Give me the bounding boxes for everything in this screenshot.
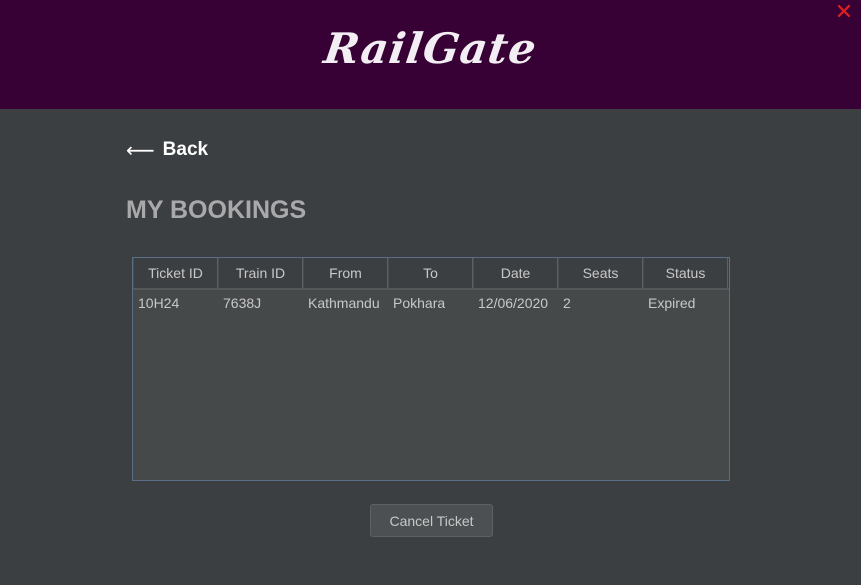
column-header-seats[interactable]: Seats (558, 258, 643, 288)
cell-train-id: 7638J (223, 295, 262, 311)
cancel-ticket-button[interactable]: Cancel Ticket (370, 504, 493, 537)
cell-from: Kathmandu (308, 295, 380, 311)
close-icon[interactable]: ✕ (833, 2, 855, 24)
bookings-table: Ticket ID Train ID From To Date Seats St… (132, 257, 730, 481)
column-header-to[interactable]: To (388, 258, 473, 288)
app-logo: RailGate (320, 24, 541, 73)
back-arrow-icon: ⟵ (126, 138, 155, 162)
column-header-date[interactable]: Date (473, 258, 558, 288)
cell-ticket-id: 10H24 (138, 295, 180, 311)
back-button[interactable]: ⟵ Back (126, 136, 208, 164)
cell-status: Expired (648, 295, 696, 311)
page-title: MY BOOKINGS (126, 196, 307, 224)
table-row[interactable]: 10H24 7638J Kathmandu Pokhara 12/06/2020… (133, 290, 729, 316)
cell-seats: 2 (563, 295, 571, 311)
table-header: Ticket ID Train ID From To Date Seats St… (133, 258, 729, 290)
cell-date: 12/06/2020 (478, 295, 549, 311)
column-header-from[interactable]: From (303, 258, 388, 288)
column-header-status[interactable]: Status (643, 258, 728, 288)
app-header: RailGate (0, 0, 861, 109)
column-header-train-id[interactable]: Train ID (218, 258, 303, 288)
back-label: Back (162, 139, 209, 160)
column-header-ticket-id[interactable]: Ticket ID (133, 258, 218, 288)
cell-to: Pokhara (393, 295, 446, 311)
